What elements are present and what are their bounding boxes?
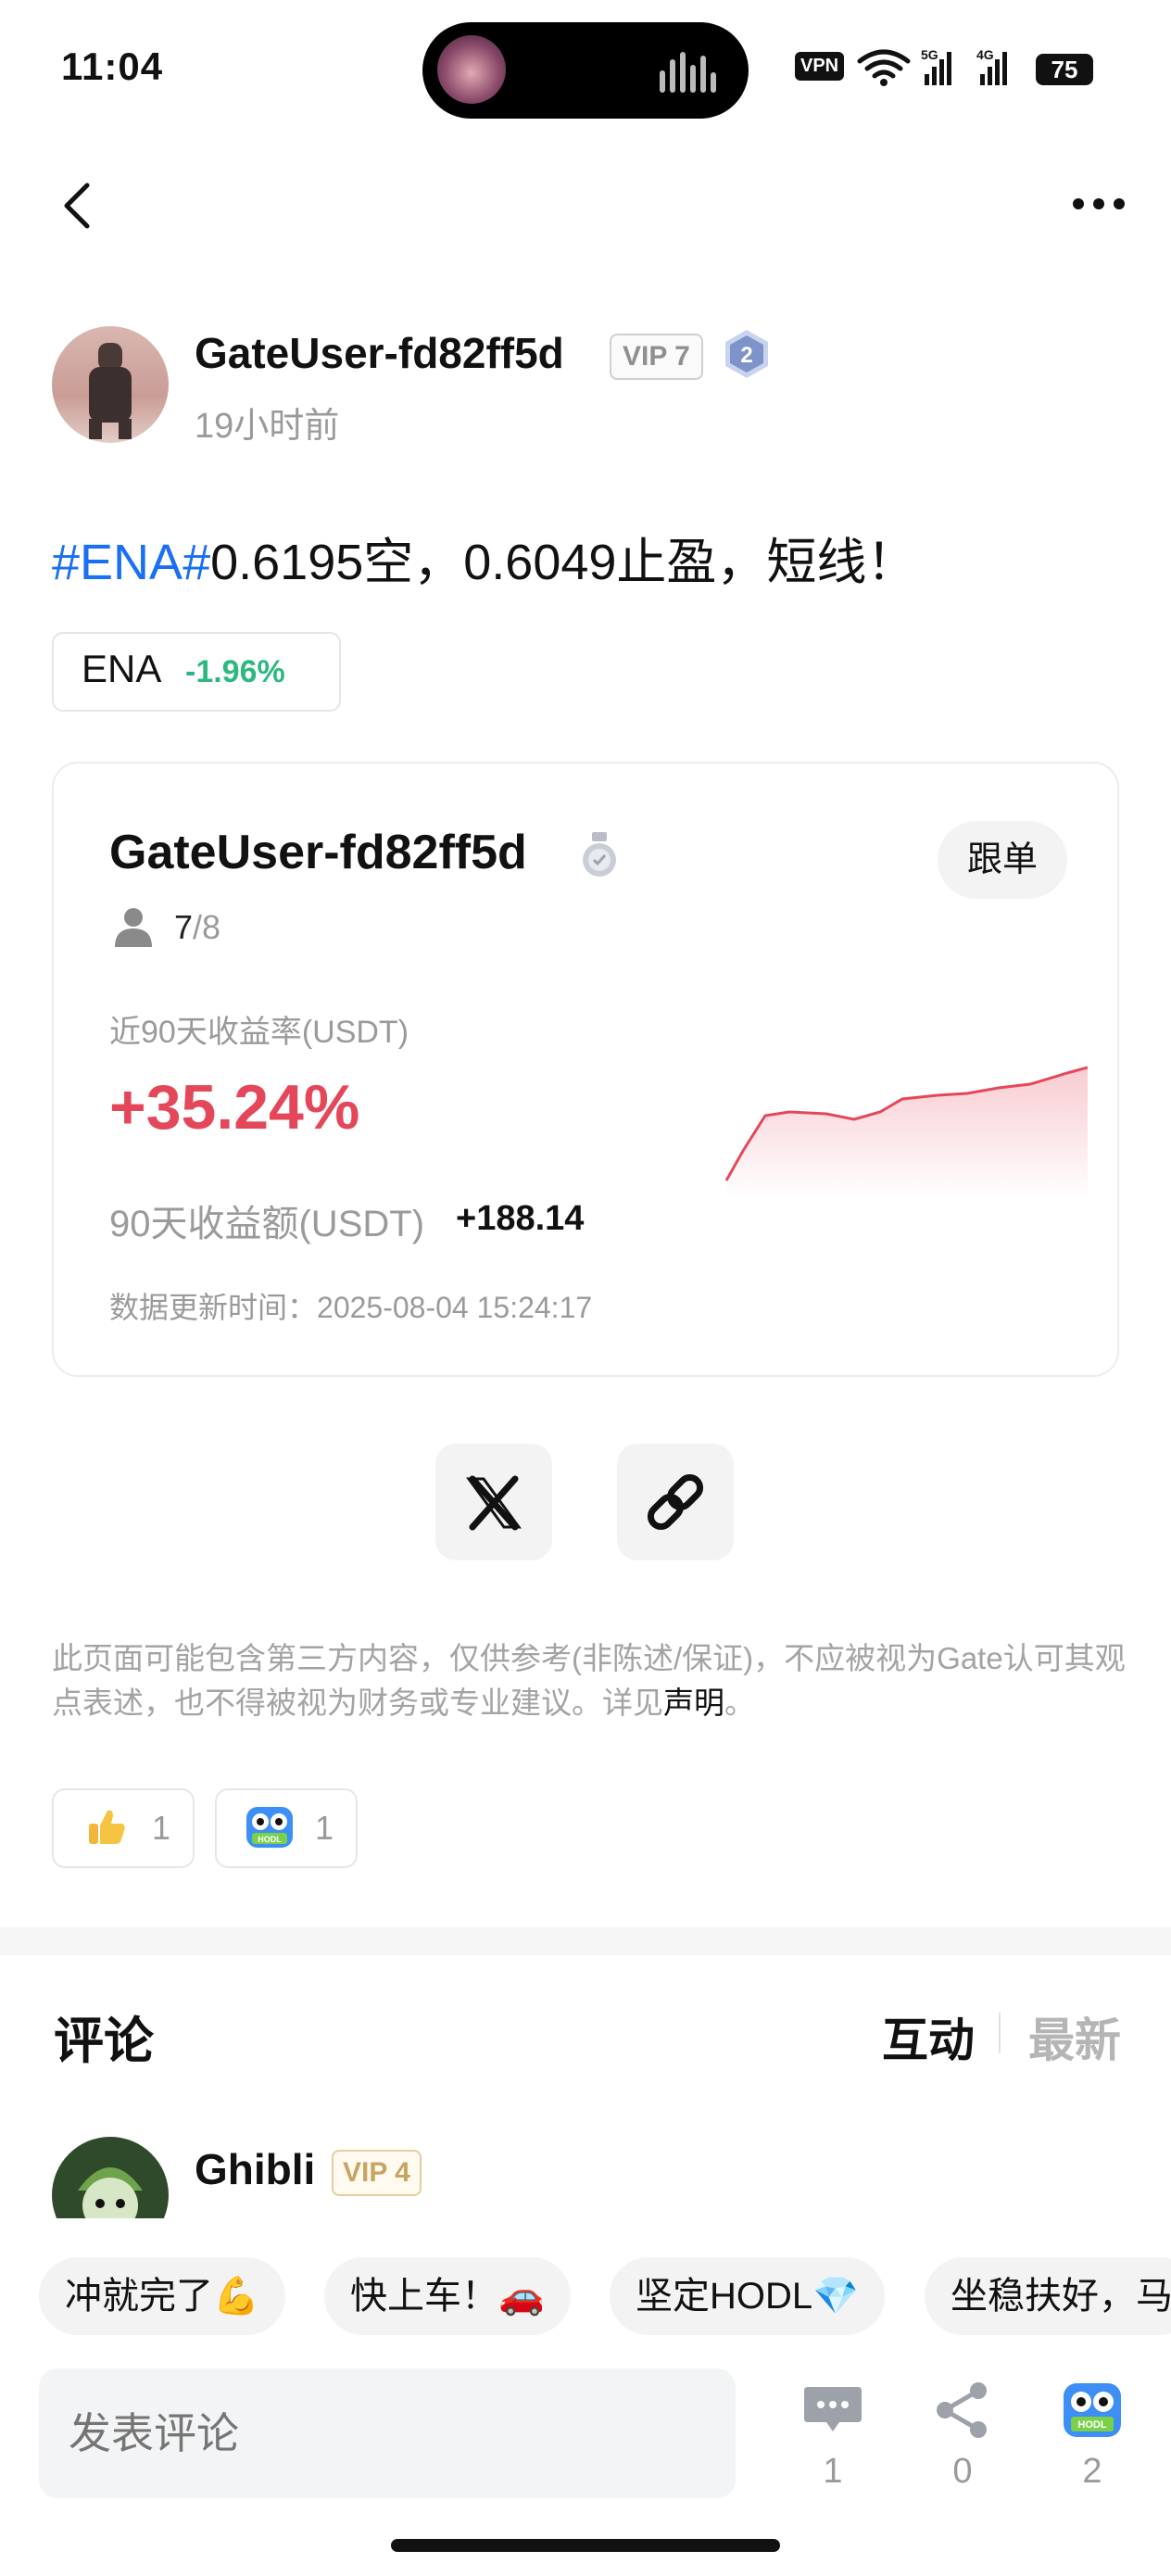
person-icon [115,908,152,947]
svg-text:HODL: HODL [1077,2419,1106,2431]
commenter-avatar[interactable] [52,2137,169,2218]
copy-link-button[interactable] [617,1444,734,1560]
quick-reply-1[interactable]: 冲就完了💪 [39,2257,285,2335]
followers-count: 7/8 [174,908,221,946]
section-divider [0,1927,1171,1955]
trader-name: GateUser-fd82ff5d [109,826,527,879]
ticker-chip[interactable]: ENA -1.96% [52,632,341,712]
hodl-icon: HODL [246,1807,293,1848]
ticker-change: -1.96% [185,654,285,689]
disclaimer-link[interactable]: 声明 [663,1686,724,1720]
level-badge-icon: 2 [725,330,768,378]
hodl-icon[interactable]: HODL [1062,2380,1123,2441]
roi-sparkline [724,1066,1088,1199]
vpn-badge: VPN [795,52,845,81]
now-playing-avatar [437,35,506,104]
reaction-hodl[interactable]: HODL 1 [215,1788,358,1868]
author-avatar[interactable] [52,326,169,443]
reaction-thumbs-up[interactable]: 1 [52,1788,195,1868]
chevron-left-icon[interactable] [59,182,96,230]
update-time: 数据更新时间：2025-08-04 15:24:17 [109,1291,593,1324]
quick-reply-4[interactable]: 坐稳扶好，马 [925,2257,1171,2335]
commenter-name[interactable]: Ghibli [195,2144,315,2194]
roi-label: 近90天收益率(USDT) [109,1015,409,1050]
post-body: 0.6195空，0.6049止盈，短线！ [210,535,917,590]
hodl-count: 2 [1082,2452,1102,2491]
post-hashtag[interactable]: #ENA# [52,535,210,590]
ticker-symbol: ENA [82,647,162,690]
cellular-4g-icon: 4G [976,47,1007,85]
audio-waveform-icon [660,48,717,93]
pnl-value: +188.14 [456,1199,585,1238]
share-count: 0 [952,2452,973,2491]
thumbs-up-icon [89,1810,125,1844]
link-icon [647,1473,704,1531]
quick-reply-2[interactable]: 快上车！🚗 [324,2257,571,2335]
comments-title: 评论 [54,2014,154,2069]
vip-badge: VIP 7 [610,334,703,380]
svg-text:5G: 5G [921,47,938,62]
x-logo-icon [466,1475,522,1531]
signal-wifi-icons: 5G 4G [857,47,1007,86]
post-content: #ENA#0.6195空，0.6049止盈，短线！ [52,521,916,594]
reaction-count: 1 [315,1809,334,1847]
pnl-label: 90天收益额(USDT) [109,1204,425,1244]
svg-text:4G: 4G [976,47,994,62]
cellular-5g-icon: 5G [921,47,951,85]
medal-icon [583,832,616,877]
tab-interact[interactable]: 互动 [882,2003,975,2070]
status-time: 11:04 [61,44,164,88]
comment-count: 1 [823,2452,843,2491]
roi-value: +35.24% [109,1072,360,1143]
tab-separator [999,2013,1001,2053]
quick-reply-3[interactable]: 坚定HODL💎 [610,2257,885,2335]
wifi-icon [857,49,911,86]
battery-indicator: 75 [1036,54,1093,85]
post-time: 19小时前 [195,407,340,446]
svg-text:HODL: HODL [258,1835,282,1844]
commenter-vip-badge: VIP 4 [332,2150,422,2196]
disclaimer: 此页面可能包含第三方内容，仅供参考(非陈述/保证)，不应被视为Gate认可其观点… [52,1641,1126,1720]
reaction-count: 1 [152,1809,171,1847]
share-x-button[interactable] [435,1444,552,1560]
author-name[interactable]: GateUser-fd82ff5d [195,328,564,378]
tab-latest[interactable]: 最新 [1028,2003,1121,2070]
copy-trader-card[interactable]: GateUser-fd82ff5d 跟单 7/8 近90天收益率(USDT) +… [52,762,1119,1377]
copy-trade-button[interactable]: 跟单 [938,821,1067,899]
share-icon[interactable] [932,2380,993,2441]
more-dots-icon[interactable] [1071,196,1127,211]
comment-icon[interactable] [802,2380,863,2441]
quick-replies-bar: 冲就完了💪 快上车！🚗 坚定HODL💎 坐稳扶好，马 [0,2220,1171,2335]
home-indicator[interactable] [391,2539,780,2552]
comment-input[interactable] [39,2368,736,2498]
svg-text:2: 2 [740,343,752,368]
